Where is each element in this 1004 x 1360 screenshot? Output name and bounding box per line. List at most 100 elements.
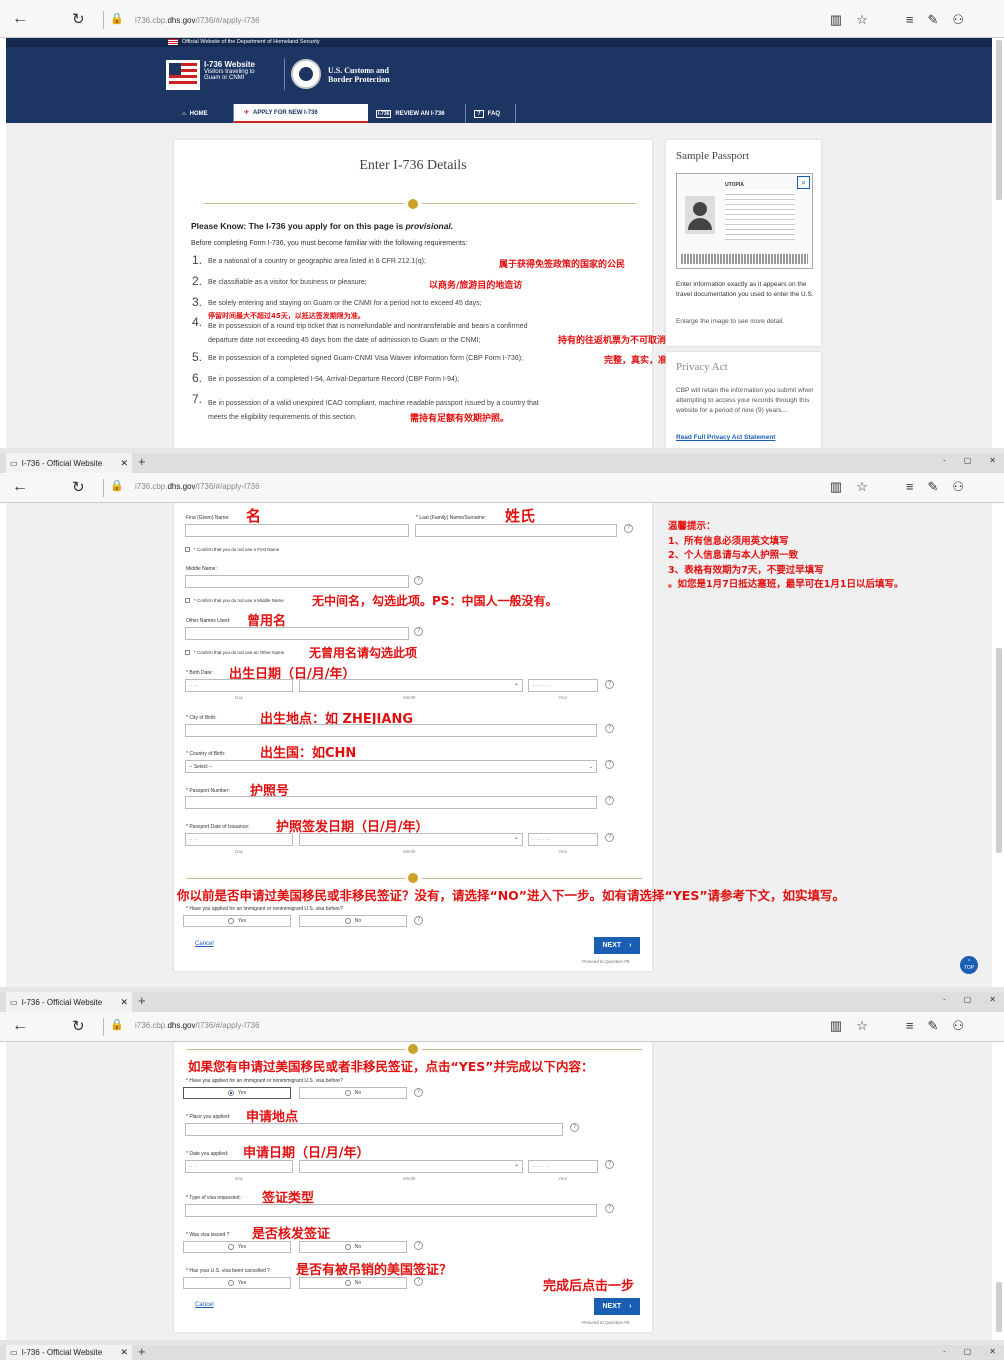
share-icon[interactable]: ⚇ — [952, 1018, 964, 1034]
nav-home[interactable]: ⌂ HOME — [172, 104, 234, 123]
favorite-star-icon[interactable]: ☆ — [856, 12, 868, 28]
applied-day-input[interactable]: -- -- — [185, 1160, 293, 1173]
share-icon[interactable]: ⚇ — [952, 479, 964, 495]
url-text[interactable]: i736.cbp.dhs.gov/I736/#/apply-I736 — [135, 16, 260, 25]
new-tab-icon[interactable]: + — [138, 1345, 146, 1359]
issuance-month-select[interactable]: ⌄ — [299, 833, 523, 846]
first-name-input[interactable] — [185, 524, 409, 537]
birth-month-select[interactable]: ⌄ — [299, 679, 523, 692]
help-icon[interactable]: ? — [414, 1277, 423, 1286]
maximize-icon[interactable]: ▢ — [964, 1347, 972, 1356]
back-to-top-button[interactable]: ^ TOP — [960, 956, 978, 974]
note-icon[interactable]: ✎ — [927, 479, 938, 495]
minimize-icon[interactable]: - — [943, 456, 946, 465]
new-tab-icon[interactable]: + — [138, 454, 146, 469]
sample-passport-image[interactable]: UTOPIA ⌕ — [676, 173, 813, 269]
cancelled-no-radio[interactable]: No — [299, 1277, 407, 1289]
country-select[interactable]: -- Select -- ⌄ — [185, 760, 597, 773]
note-icon[interactable]: ✎ — [927, 1018, 938, 1034]
reading-view-icon[interactable]: ▥ — [830, 479, 842, 495]
last-name-input[interactable] — [415, 524, 617, 537]
url-text[interactable]: i736.cbp.dhs.gov/I736/#/apply-I736 — [135, 482, 260, 491]
no-first-name-checkbox[interactable] — [185, 547, 190, 552]
confirm-other-label: * Confirm that you do not use an Other N… — [194, 650, 285, 655]
applied-yes-radio[interactable]: Yes — [183, 915, 291, 927]
cancel-link[interactable]: Cancel — [195, 941, 214, 947]
help-icon[interactable]: ? — [605, 724, 614, 733]
new-tab-icon[interactable]: + — [138, 993, 146, 1008]
minimize-icon[interactable]: - — [943, 995, 946, 1004]
help-icon[interactable]: ? — [414, 916, 423, 925]
issuance-day-input[interactable]: -- -- — [185, 833, 293, 846]
other-names-input[interactable] — [185, 627, 409, 640]
favorite-star-icon[interactable]: ☆ — [856, 1018, 868, 1034]
help-icon[interactable]: ? — [605, 1160, 614, 1169]
maximize-icon[interactable]: ▢ — [964, 995, 972, 1004]
magnify-icon[interactable]: ⌕ — [797, 176, 810, 189]
middle-name-input[interactable] — [185, 575, 409, 588]
close-window-icon[interactable]: ✕ — [989, 995, 996, 1004]
applied-yes-radio[interactable]: Yes — [183, 1087, 291, 1099]
birth-day-input[interactable]: -- -- — [185, 679, 293, 692]
favorite-star-icon[interactable]: ☆ — [856, 479, 868, 495]
no-middle-name-checkbox[interactable] — [185, 598, 190, 603]
maximize-icon[interactable]: ▢ — [964, 456, 972, 465]
help-icon[interactable]: ? — [605, 796, 614, 805]
back-arrow-icon[interactable]: ← — [12, 478, 28, 496]
issuance-year-input[interactable]: -- -- -- -- — [528, 833, 598, 846]
help-icon[interactable]: ? — [605, 833, 614, 842]
reading-view-icon[interactable]: ▥ — [830, 1018, 842, 1034]
help-icon[interactable]: ? — [570, 1123, 579, 1132]
minimize-icon[interactable]: - — [943, 1347, 946, 1356]
back-arrow-icon[interactable]: ← — [12, 1017, 28, 1035]
applied-year-input[interactable]: -- -- -- -- — [528, 1160, 598, 1173]
passport-number-input[interactable] — [185, 796, 597, 809]
no-other-name-checkbox[interactable] — [185, 650, 190, 655]
browser-tab[interactable]: ▭ I-736 - Official Website ✕ — [6, 453, 132, 473]
nav-apply[interactable]: ✈ APPLY FOR NEW I-736 — [234, 104, 368, 123]
help-icon[interactable]: ? — [605, 1204, 614, 1213]
nav-review[interactable]: I-736 REVIEW AN I-736 — [368, 104, 466, 123]
cancelled-yes-radio[interactable]: Yes — [183, 1277, 291, 1289]
reload-icon[interactable]: ↻ — [72, 1017, 85, 1035]
hub-icon[interactable]: ≡ — [906, 479, 914, 495]
help-icon[interactable]: ? — [414, 576, 423, 585]
issued-no-radio[interactable]: No — [299, 1241, 407, 1253]
note-icon[interactable]: ✎ — [927, 12, 938, 28]
hub-icon[interactable]: ≡ — [906, 1018, 914, 1034]
help-icon[interactable]: ? — [605, 680, 614, 689]
help-icon[interactable]: ? — [414, 1088, 423, 1097]
close-tab-icon[interactable]: ✕ — [120, 997, 128, 1008]
applied-month-select[interactable]: ⌄ — [299, 1160, 523, 1173]
privacy-link[interactable]: Read Full Privacy Act Statement — [676, 434, 775, 441]
help-icon[interactable]: ? — [624, 524, 633, 533]
reload-icon[interactable]: ↻ — [72, 10, 85, 28]
nav-faq[interactable]: ? FAQ — [466, 104, 516, 123]
next-button[interactable]: NEXT › — [594, 1298, 640, 1315]
close-window-icon[interactable]: ✕ — [989, 456, 996, 465]
place-input[interactable] — [185, 1123, 563, 1136]
reading-view-icon[interactable]: ▥ — [830, 12, 842, 28]
visa-type-input[interactable] — [185, 1204, 597, 1217]
share-icon[interactable]: ⚇ — [952, 12, 964, 28]
help-icon[interactable]: ? — [414, 1241, 423, 1250]
applied-no-radio[interactable]: No — [299, 915, 407, 927]
plane-icon: ✈ — [244, 110, 250, 116]
city-input[interactable] — [185, 724, 597, 737]
issued-yes-radio[interactable]: Yes — [183, 1241, 291, 1253]
help-icon[interactable]: ? — [605, 760, 614, 769]
hub-icon[interactable]: ≡ — [906, 12, 914, 28]
applied-no-radio[interactable]: No — [299, 1087, 407, 1099]
help-icon[interactable]: ? — [414, 627, 423, 636]
back-arrow-icon[interactable]: ← — [12, 10, 28, 28]
birth-year-input[interactable]: -- -- -- -- — [528, 679, 598, 692]
url-text[interactable]: i736.cbp.dhs.gov/I736/#/apply-I736 — [135, 1021, 260, 1030]
close-window-icon[interactable]: ✕ — [989, 1347, 996, 1356]
close-tab-icon[interactable]: ✕ — [120, 458, 128, 469]
browser-tab[interactable]: ▭ I-736 - Official Website ✕ — [6, 1345, 132, 1360]
next-button[interactable]: NEXT › — [594, 937, 640, 954]
close-tab-icon[interactable]: ✕ — [120, 1347, 128, 1358]
cancel-link[interactable]: Cancel — [195, 1302, 214, 1308]
reload-icon[interactable]: ↻ — [72, 478, 85, 496]
browser-tab[interactable]: ▭ I-736 - Official Website ✕ — [6, 992, 132, 1012]
